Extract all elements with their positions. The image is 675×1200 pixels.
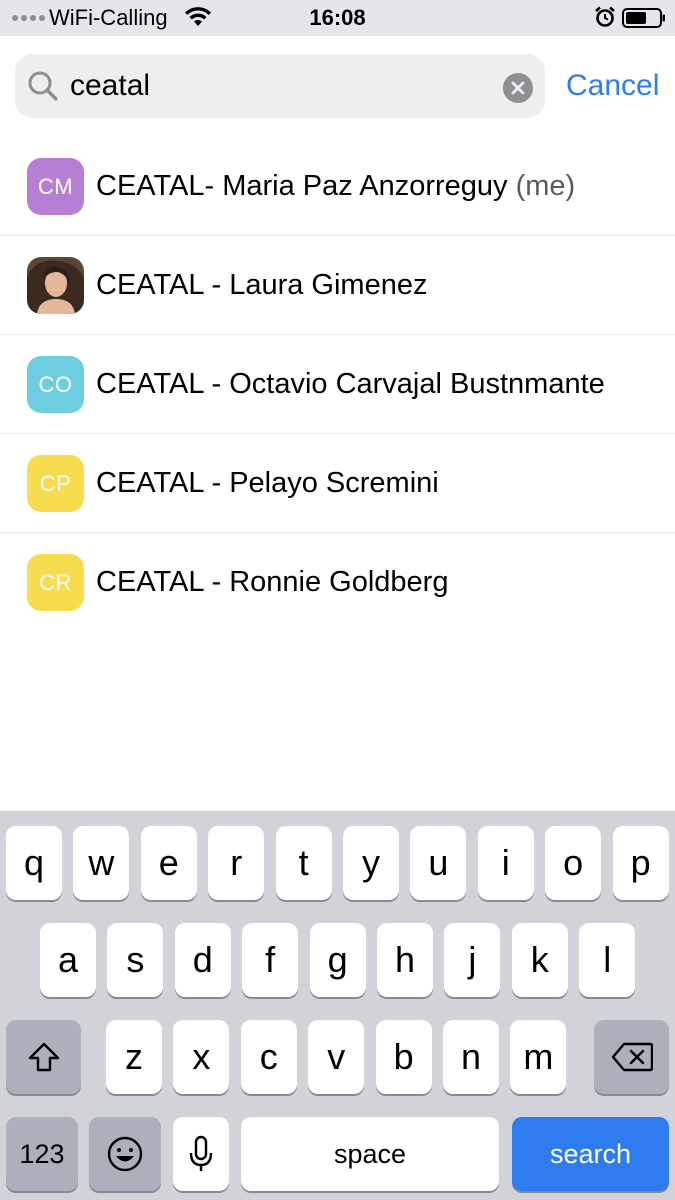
shift-key[interactable] [6,1020,81,1094]
contact-name: CEATAL - Ronnie Goldberg [96,564,448,600]
key-c[interactable]: c [240,1020,297,1094]
key-z[interactable]: z [106,1020,162,1094]
contact-name-text: CEATAL - Laura Gimenez [96,269,428,301]
contact-name: CEATAL - Pelayo Scremini [96,465,439,501]
contact-row[interactable]: CR CEATAL - Ronnie Goldberg [0,533,675,632]
contact-name-text: CEATAL - Ronnie Goldberg [96,566,449,598]
search-results-list: CM CEATAL- Maria Paz Anzorreguy (me) CEATA… [0,137,675,632]
key-u[interactable]: u [410,826,467,900]
me-label: (me) [507,170,576,202]
key-k[interactable]: k [511,923,568,997]
key-a[interactable]: a [40,923,96,997]
contact-name-text: CEATAL - Pelayo Scremini [96,467,439,499]
key-t[interactable]: t [275,826,332,900]
key-n[interactable]: n [443,1020,499,1094]
contact-row[interactable]: CP CEATAL - Pelayo Scremini [0,434,675,533]
status-time: 16:08 [309,5,366,30]
key-d[interactable]: d [174,923,231,997]
key-m[interactable]: m [510,1020,567,1094]
alarm-icon [594,6,616,33]
avatar: CP [27,455,84,512]
contact-row[interactable]: CEATAL - Laura Gimenez [0,236,675,335]
key-o[interactable]: o [545,826,602,900]
contact-name: CEATAL - Laura Gimenez [96,267,427,303]
key-s[interactable]: s [107,923,164,997]
key-x[interactable]: x [173,1020,230,1094]
key-q[interactable]: q [6,826,62,900]
key-w[interactable]: w [73,826,130,900]
avatar: CO [27,356,84,413]
key-g[interactable]: g [309,923,366,997]
delete-icon [611,1042,653,1072]
avatar: CR [27,554,84,611]
key-v[interactable]: v [308,1020,365,1094]
cancel-button[interactable]: Cancel [566,68,659,104]
contact-name-text: CEATAL- Maria Paz Anzorreguy [96,170,508,202]
key-i[interactable]: i [477,826,534,900]
numbers-key[interactable]: 123 [6,1117,78,1191]
key-b[interactable]: b [375,1020,432,1094]
contact-row[interactable]: CO CEATAL - Octavio Carvajal Bustnmante [0,335,675,434]
avatar: CM [27,158,84,215]
search-key[interactable]: search [512,1117,669,1191]
key-h[interactable]: h [377,923,433,997]
key-r[interactable]: r [208,826,265,900]
key-j[interactable]: j [444,923,501,997]
keyboard: q w e r t y u i o p a s d f g h j k l z x c v b n m 123 space search [0,811,675,1200]
delete-key[interactable] [594,1020,669,1094]
key-f[interactable]: f [242,923,299,997]
contact-name-text: CEATAL - Octavio Carvajal Bustnmante [96,368,605,400]
emoji-icon [107,1136,143,1172]
search-input[interactable] [70,66,490,106]
avatar-photo [27,257,84,314]
emoji-key[interactable] [89,1117,161,1191]
microphone-icon [189,1135,213,1171]
dictation-key[interactable] [173,1117,229,1191]
key-y[interactable]: y [343,826,399,900]
clear-icon[interactable] [503,73,533,103]
contact-name: CEATAL- Maria Paz Anzorreguy (me) [96,168,575,204]
key-p[interactable]: p [612,826,669,900]
key-e[interactable]: e [140,826,197,900]
battery-icon [622,8,666,33]
status-bar: WiFi-Calling 16:08 [0,0,675,36]
search-icon [27,70,59,107]
space-key[interactable]: space [241,1117,499,1191]
key-l[interactable]: l [579,923,636,997]
shift-icon [28,1042,59,1072]
contact-name: CEATAL - Octavio Carvajal Bustnmante [96,366,605,402]
contact-row[interactable]: CM CEATAL- Maria Paz Anzorreguy (me) [0,137,675,236]
